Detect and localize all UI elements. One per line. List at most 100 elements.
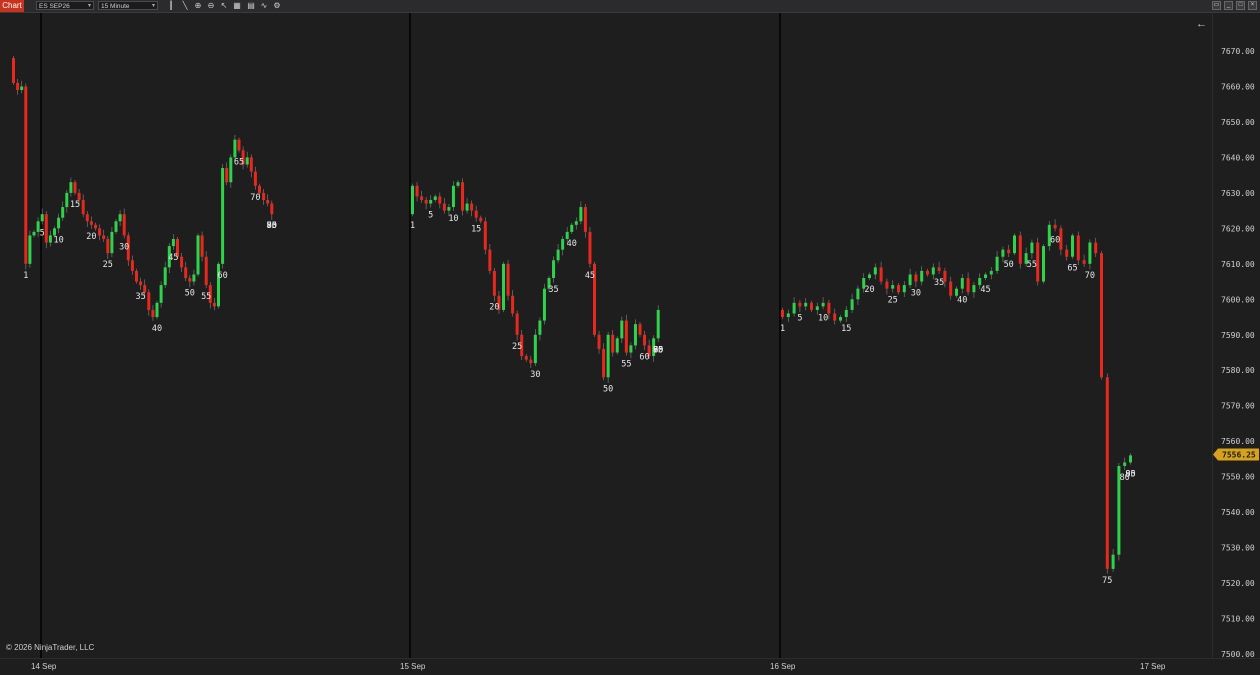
candle-body	[461, 182, 465, 211]
candle-body	[266, 199, 270, 204]
candle-body	[212, 302, 216, 307]
candle-body	[643, 334, 647, 346]
templates-icon[interactable]: ▤	[246, 1, 256, 11]
properties-icon[interactable]: ▦	[232, 1, 242, 11]
candle-body	[249, 157, 253, 172]
candle-body	[73, 182, 77, 193]
candle-body	[937, 267, 941, 271]
candle-body	[196, 235, 200, 275]
candle-body	[420, 196, 424, 200]
candle-body	[225, 168, 229, 183]
zoom-in-icon[interactable]: ⊕	[193, 1, 203, 11]
candle-body	[804, 302, 808, 307]
candle-body	[1088, 242, 1092, 264]
strategies-icon[interactable]: ⚙	[272, 1, 282, 11]
bar-count-label: 15	[841, 324, 851, 334]
bar-count-label: 1	[410, 221, 415, 231]
price-tick-label: 7600.00	[1221, 295, 1255, 304]
back-arrow-icon[interactable]: ←	[1196, 18, 1207, 30]
candle-body	[995, 256, 999, 271]
price-tick-label: 7660.00	[1221, 82, 1255, 91]
candle-body	[588, 231, 592, 264]
bar-count-label: 65	[1067, 264, 1077, 274]
bar-count-label: 70	[250, 193, 260, 203]
candle-body	[786, 313, 790, 318]
candle-body	[810, 302, 813, 310]
bar-count-label: 60	[217, 271, 227, 281]
candle-body	[1018, 235, 1022, 264]
price-tick-label: 7520.00	[1221, 579, 1255, 588]
candle-body	[102, 235, 106, 239]
instrument-selector[interactable]: ES SEP26 ▾	[36, 1, 94, 10]
bar-count-label: 40	[957, 296, 967, 306]
bar-count-label: 90	[653, 345, 663, 355]
candle-body	[538, 320, 542, 335]
candle-body	[1094, 242, 1098, 254]
candle-body	[16, 82, 20, 91]
candle-body	[184, 267, 188, 279]
bar-count-label: 50	[1004, 260, 1014, 270]
price-tick-label: 7610.00	[1221, 260, 1255, 269]
candle-body	[624, 320, 628, 353]
candle-body	[44, 214, 48, 243]
candle-body	[926, 270, 929, 275]
draw-line-icon[interactable]: ╲	[180, 1, 190, 11]
bar-count-label: 10	[53, 235, 63, 245]
restore-icon[interactable]: ▭	[1212, 1, 1221, 10]
candle-body	[1129, 455, 1132, 463]
candle-body	[515, 313, 519, 335]
close-icon[interactable]: ×	[1248, 1, 1257, 10]
price-axis[interactable]: 7670.00 7660.00 7650.00 7640.00 7630.00 7620.…	[1212, 13, 1260, 659]
candle-body	[200, 235, 204, 257]
bar-count-label: 35	[934, 278, 944, 288]
candle-body	[1071, 235, 1074, 257]
candle-body	[633, 324, 637, 346]
candle-body	[488, 249, 492, 271]
candle-body	[606, 334, 610, 378]
pointer-icon[interactable]: ↖	[219, 1, 229, 11]
candle-body	[1042, 246, 1045, 282]
chart-tab[interactable]: Chart	[0, 0, 24, 12]
candle-body	[118, 214, 122, 222]
candle-body	[533, 334, 537, 364]
bar-count-label: 35	[135, 292, 145, 302]
bar-count-label: 1	[23, 271, 28, 281]
price-tick-label: 7630.00	[1221, 189, 1255, 198]
candle-body	[20, 86, 24, 91]
candle-body	[159, 285, 163, 303]
candle-body	[48, 235, 52, 243]
bars-icon[interactable]: ┃	[166, 1, 176, 11]
time-axis[interactable]: 14 Sep 15 Sep 16 Sep 17 Sep	[0, 658, 1260, 675]
candle-body	[106, 238, 110, 254]
bar-count-label: 20	[489, 303, 499, 313]
candle-body	[579, 207, 583, 222]
candle-body	[1013, 235, 1016, 254]
candle-body	[908, 274, 912, 286]
bar-count-label: 25	[888, 296, 898, 306]
interval-selector[interactable]: 15 Minute ▾	[98, 1, 158, 10]
candle-body	[151, 309, 155, 318]
candle-body	[1082, 260, 1086, 264]
candle-body	[1053, 224, 1057, 229]
candle-body	[474, 210, 478, 218]
candle-body	[638, 324, 642, 335]
candle-body	[920, 270, 924, 282]
indicators-icon[interactable]: ∿	[259, 1, 269, 11]
candle-body	[233, 139, 237, 158]
candle-body	[629, 345, 633, 353]
chart-plot-area[interactable]: 1 5 10 15 20 25 30 35 40 45 50 55 60 65 70 75 80 85 90 1 5 10…	[0, 13, 1212, 658]
candle-body	[570, 224, 574, 232]
chevron-down-icon: ▾	[151, 3, 155, 9]
candle-body	[139, 281, 143, 286]
candle-body	[611, 334, 615, 353]
time-label-17-sep: 17 Sep	[1140, 662, 1166, 671]
candle-body	[1065, 249, 1069, 257]
maximize-icon[interactable]: □	[1236, 1, 1245, 10]
interval-label: 15 Minute	[101, 3, 130, 10]
bar-count-label: 55	[201, 292, 211, 302]
minimize-icon[interactable]: _	[1224, 1, 1233, 10]
candle-body	[815, 306, 819, 310]
zoom-out-icon[interactable]: ⊖	[206, 1, 216, 11]
bar-count-label: 90	[1125, 469, 1135, 479]
price-tick-label: 7590.00	[1221, 331, 1255, 340]
